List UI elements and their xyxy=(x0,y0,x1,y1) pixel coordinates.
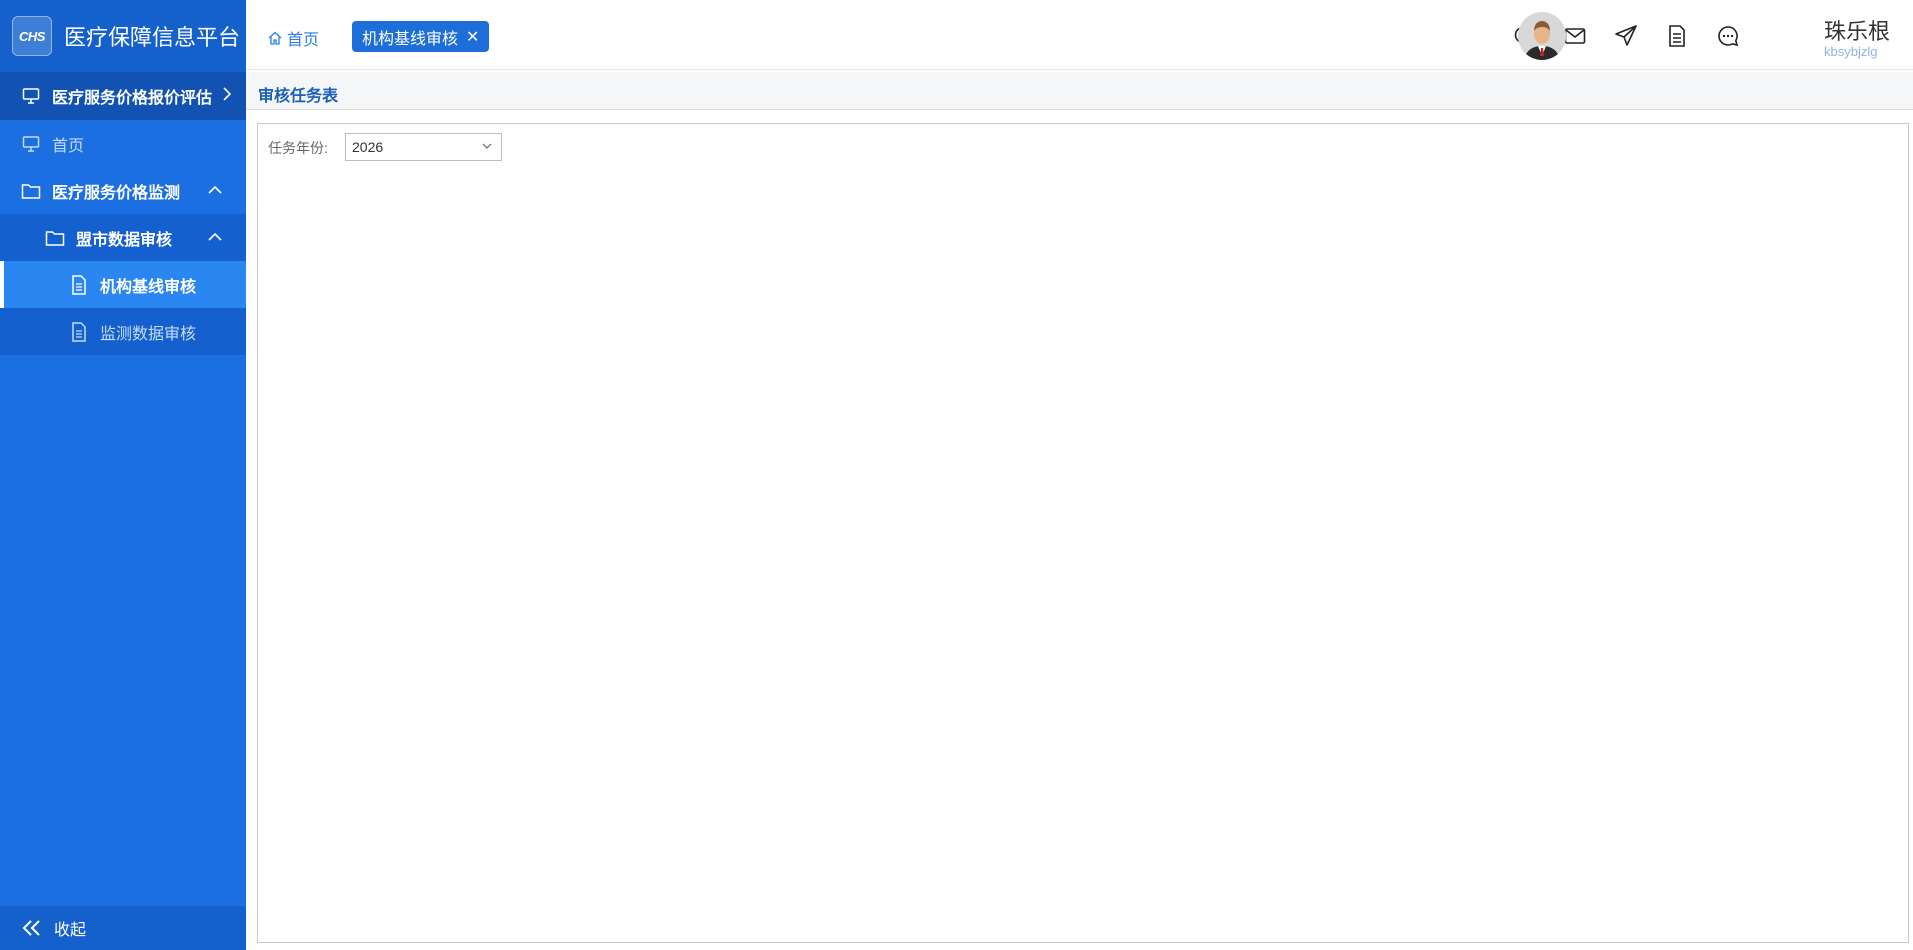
brand-title: 医疗保障信息平台 xyxy=(64,25,241,50)
chevron-down-icon xyxy=(481,140,493,155)
brand: CHS 医疗保障信息平台 xyxy=(0,0,246,72)
home-icon xyxy=(268,31,282,45)
menu-top-price-evaluation[interactable]: 医疗服务价格报价评估 xyxy=(0,72,246,120)
sidebar-subgroup-city-data-review[interactable]: 盟市数据审核 xyxy=(0,214,246,261)
tab-home-label: 首页 xyxy=(287,32,320,49)
tab-home[interactable]: 首页 xyxy=(268,26,319,50)
user-id: kbsybjzlg xyxy=(1824,44,1878,59)
sidebar-item-baseline-review[interactable]: 机构基线审核 xyxy=(0,261,246,308)
sidebar: CHS 医疗保障信息平台 医疗服务价格报价评估 首页 医疗服务价格监测 盟市数据… xyxy=(0,0,246,950)
sidebar-item-monitoring-label: 监测数据审核 xyxy=(100,325,197,343)
menu-top-label: 医疗服务价格报价评估 xyxy=(52,90,213,107)
tab-baseline-label: 机构基线审核 xyxy=(362,30,459,48)
user-name: 珠乐根 xyxy=(1824,19,1891,44)
folder-icon xyxy=(44,227,66,249)
chevron-up-icon xyxy=(208,229,222,247)
monitor-icon xyxy=(20,85,42,107)
sidebar-subgroup-label: 盟市数据审核 xyxy=(76,231,173,249)
chevron-right-icon xyxy=(222,86,232,106)
top-header: 首页 机构基线审核 ✕ 珠乐根 kbsybjzlg xyxy=(246,0,1913,70)
tab-baseline-review[interactable]: 机构基线审核 ✕ xyxy=(352,21,490,52)
chevron-up-icon xyxy=(208,182,222,200)
chat-icon[interactable] xyxy=(1716,24,1740,48)
document-icon[interactable] xyxy=(1665,24,1689,48)
sidebar-item-baseline-label: 机构基线审核 xyxy=(100,278,197,296)
collapse-label: 收起 xyxy=(54,922,87,939)
double-chevron-left-icon xyxy=(22,919,42,937)
folder-icon xyxy=(20,180,42,202)
year-select-value: 2026 xyxy=(352,139,384,155)
avatar[interactable] xyxy=(1518,12,1566,60)
sidebar-group-label: 医疗服务价格监测 xyxy=(52,184,181,202)
collapse-sidebar-button[interactable]: 收起 xyxy=(0,906,246,950)
task-panel: 任务年份: 2026 xyxy=(257,123,1909,943)
sidebar-group-price-monitoring[interactable]: 医疗服务价格监测 xyxy=(0,167,246,214)
sidebar-item-home[interactable]: 首页 xyxy=(0,120,246,167)
sidebar-item-home-label: 首页 xyxy=(52,137,85,155)
chs-logo-icon: CHS xyxy=(12,16,52,56)
year-filter-label: 任务年份: xyxy=(268,140,328,156)
page-title-bar: 审核任务表 xyxy=(246,72,1913,110)
page-title: 审核任务表 xyxy=(258,88,339,105)
monitor-icon xyxy=(20,133,42,155)
filter-bar: 任务年份: 2026 xyxy=(258,124,1908,168)
mail-icon[interactable] xyxy=(1563,24,1587,48)
document-icon xyxy=(68,274,90,296)
send-icon[interactable] xyxy=(1614,24,1638,48)
sidebar-item-monitoring-data-review[interactable]: 监测数据审核 xyxy=(0,308,246,355)
year-select[interactable]: 2026 xyxy=(345,133,502,161)
document-icon xyxy=(68,321,90,343)
close-icon[interactable]: ✕ xyxy=(466,27,479,47)
